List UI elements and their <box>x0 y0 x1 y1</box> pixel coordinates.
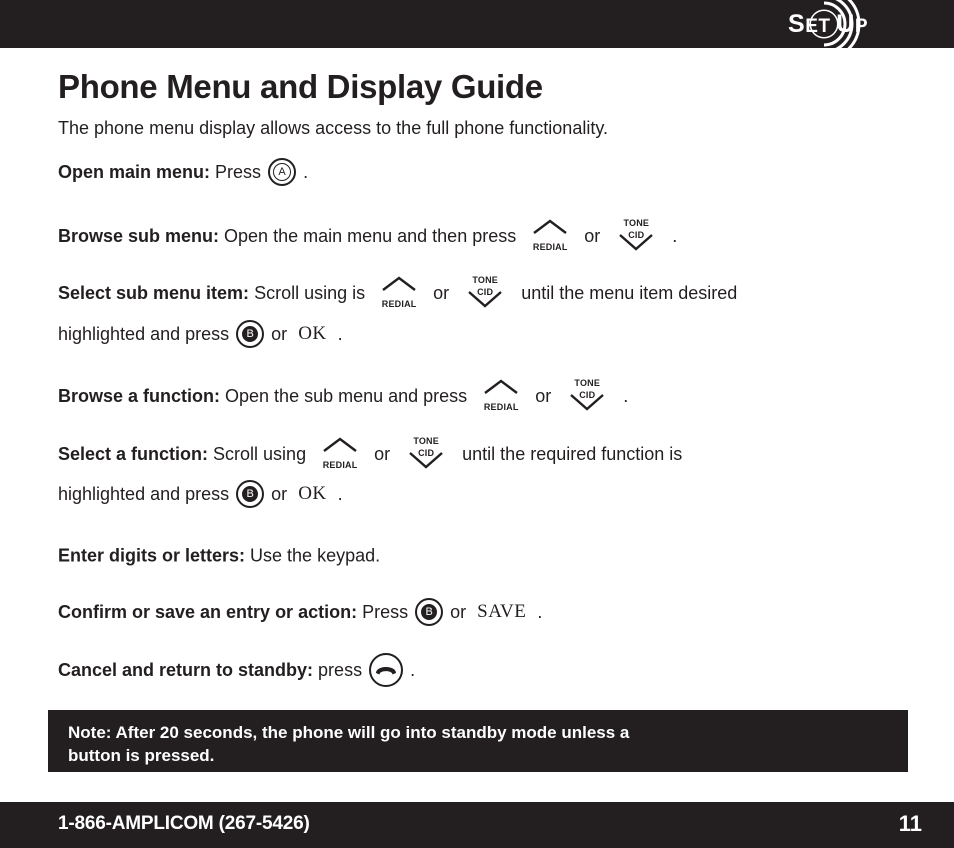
instruction-label: Select sub menu item: <box>58 283 250 303</box>
instruction-text: highlighted and press <box>58 484 230 504</box>
note-line-2: button is pressed. <box>68 746 215 765</box>
header-label-u: U <box>836 10 855 38</box>
redial-caption: REDIAL <box>483 402 519 412</box>
button-a-letter: A <box>273 163 292 181</box>
instruction-label: Browse a function: <box>58 386 221 406</box>
page-content: Phone Menu and Display Guide The phone m… <box>0 48 954 778</box>
tone-cid-down-icon[interactable]: TONE CID <box>608 213 664 259</box>
redial-up-icon[interactable]: REDIAL <box>314 437 366 471</box>
instruction-period: . <box>410 660 416 680</box>
instruction-text: Use the keypad. <box>245 545 381 566</box>
instruction-confirm-or-save: Confirm or save an entry or action: Pres… <box>58 598 542 626</box>
redial-caption: REDIAL <box>381 299 417 309</box>
note-line-1: Note: After 20 seconds, the phone will g… <box>68 723 630 742</box>
header-label-s: S <box>788 10 806 38</box>
instruction-period: . <box>337 324 343 344</box>
instruction-label: Enter digits or letters: <box>58 545 246 566</box>
instruction-browse-a-function: Browse a function: Open the sub menu and… <box>58 373 628 419</box>
footer-phone-number: 1-866-AMPLICOM (267-5426) <box>58 813 310 834</box>
instruction-period: . <box>623 386 629 406</box>
instruction-open-main-menu: Open main menu: Press A . <box>58 158 308 186</box>
instruction-enter-digits-or-letters: Enter digits or letters: Use the keypad. <box>58 542 380 567</box>
redial-caption: REDIAL <box>532 242 568 252</box>
tone-cid-down-icon[interactable]: TONE CID <box>559 373 615 419</box>
instruction-or: or <box>535 386 552 406</box>
button-b-letter: B <box>420 603 439 621</box>
instruction-text: Press <box>210 162 262 182</box>
instruction-label: Select a function: <box>58 444 209 464</box>
header-label-et: ET <box>805 16 837 37</box>
instruction-select-sub-menu-item: Select sub menu item: Scroll using is RE… <box>58 270 737 316</box>
instruction-browse-sub-menu: Browse sub menu: Open the main menu and … <box>58 213 677 259</box>
instruction-tail: until the menu item desired <box>521 283 738 303</box>
redial-up-icon[interactable]: REDIAL <box>475 379 527 413</box>
instruction-or: or <box>374 444 391 464</box>
instruction-tail: until the required function is <box>462 444 683 464</box>
instruction-or: or <box>433 283 450 303</box>
tone-cid-down-icon[interactable]: TONE CID <box>457 270 513 316</box>
instruction-text: Open the sub menu and press <box>220 386 468 406</box>
redial-up-icon[interactable]: REDIAL <box>373 276 425 310</box>
button-b-letter: B <box>241 325 260 343</box>
instruction-select-sub-menu-item-line2: highlighted and press B or OK . <box>58 320 343 348</box>
redial-up-icon[interactable]: REDIAL <box>524 219 576 253</box>
instruction-period: . <box>337 484 343 504</box>
instruction-text: highlighted and press <box>58 324 230 344</box>
instruction-period: . <box>303 162 309 182</box>
instruction-text: press <box>313 660 363 680</box>
end-call-icon[interactable] <box>369 653 404 687</box>
tone-cid-down-icon[interactable]: TONE CID <box>398 431 454 477</box>
button-b-icon[interactable]: B <box>415 598 444 626</box>
instruction-or: or <box>271 484 288 504</box>
instruction-select-a-function: Select a function: Scroll using REDIAL o… <box>58 431 682 477</box>
header-label-p: P <box>854 16 868 37</box>
button-b-icon[interactable]: B <box>236 320 265 348</box>
header-section-label: SET UP <box>788 10 868 41</box>
page-header: SET UP <box>0 0 954 58</box>
softkey-save[interactable]: SAVE <box>477 600 526 624</box>
instruction-label: Confirm or save an entry or action: <box>58 602 358 622</box>
page-title: Phone Menu and Display Guide <box>58 68 543 105</box>
instruction-or: or <box>584 226 601 246</box>
instruction-label: Browse sub menu: <box>58 226 220 246</box>
instruction-label: Cancel and return to standby: <box>58 660 314 680</box>
instruction-period: . <box>537 602 543 622</box>
instruction-period: . <box>672 226 678 246</box>
page-footer: 1-866-AMPLICOM (267-5426) 11 <box>0 802 954 848</box>
intro-paragraph: The phone menu display allows access to … <box>58 118 608 138</box>
button-b-icon[interactable]: B <box>236 480 265 508</box>
instruction-or: or <box>450 602 467 622</box>
instruction-or: or <box>271 324 288 344</box>
instruction-text: Scroll using is <box>249 283 366 303</box>
instruction-select-a-function-line2: highlighted and press B or OK . <box>58 480 343 508</box>
softkey-ok[interactable]: OK <box>298 322 326 346</box>
instruction-text: Open the main menu and then press <box>219 226 517 246</box>
note-box: Note: After 20 seconds, the phone will g… <box>48 710 908 772</box>
redial-caption: REDIAL <box>322 460 358 470</box>
instruction-text: Press <box>357 602 409 622</box>
footer-page-number: 11 <box>898 811 922 836</box>
button-b-letter: B <box>241 485 260 503</box>
instruction-text: Scroll using <box>208 444 307 464</box>
button-a-icon[interactable]: A <box>268 158 297 186</box>
instruction-cancel-and-return: Cancel and return to standby: press . <box>58 653 415 687</box>
instruction-label: Open main menu: <box>58 162 211 182</box>
softkey-ok[interactable]: OK <box>298 482 326 506</box>
